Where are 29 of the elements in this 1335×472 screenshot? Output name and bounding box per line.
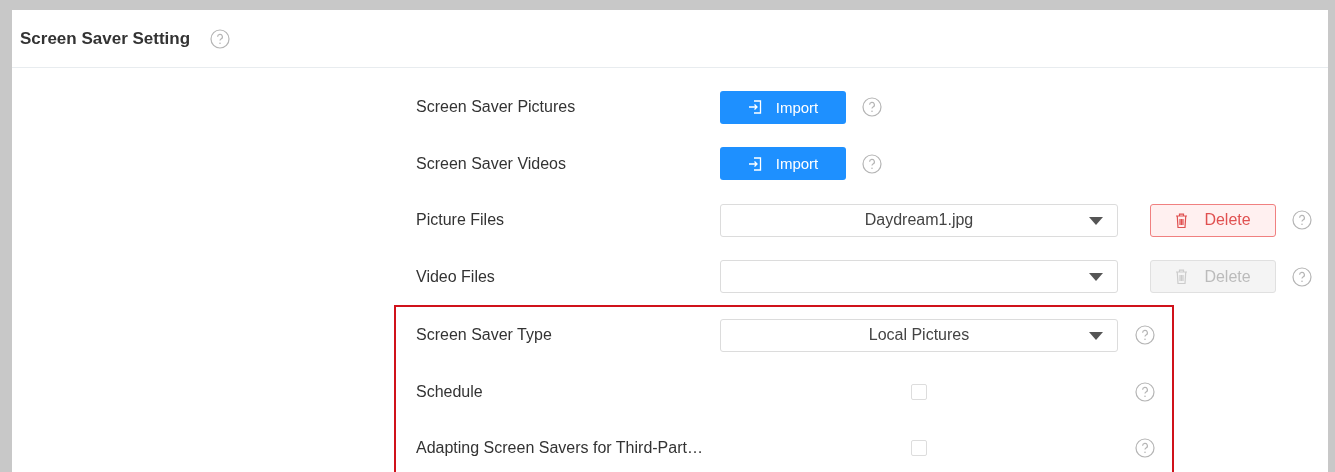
field-label: Screen Saver Videos <box>416 154 567 173</box>
help-icon[interactable] <box>862 97 882 118</box>
delete-button[interactable]: Delete <box>1150 203 1276 237</box>
help-icon[interactable] <box>1135 325 1155 346</box>
help-icon[interactable] <box>1292 210 1312 231</box>
import-button[interactable]: Import <box>720 90 846 124</box>
import-icon <box>747 156 762 171</box>
caret-icon <box>1089 273 1103 282</box>
dropdown-field[interactable]: Daydream1.jpg <box>720 203 1118 237</box>
field-label: Picture Files <box>416 211 506 230</box>
field-label: Screen Saver Pictures <box>416 98 577 117</box>
trash-icon <box>1175 269 1189 285</box>
import-button[interactable]: Import <box>720 147 846 181</box>
dropdown-field[interactable]: Local Pictures <box>720 318 1118 352</box>
caret-icon <box>1089 216 1103 225</box>
checkbox[interactable] <box>911 383 927 400</box>
import-icon <box>747 100 762 115</box>
field-label: Schedule <box>416 382 484 401</box>
trash-icon <box>1175 212 1189 228</box>
checkbox[interactable] <box>911 440 927 457</box>
help-icon[interactable] <box>862 153 882 174</box>
help-icon[interactable] <box>1135 381 1155 402</box>
section-title: Screen Saver Setting <box>20 28 191 49</box>
field-label: Adapting Screen Savers for Third-Part… <box>416 439 704 458</box>
field-label: Screen Saver Type <box>416 326 553 345</box>
caret-icon <box>1089 331 1103 340</box>
help-icon[interactable] <box>210 28 231 49</box>
field-label: Video Files <box>416 267 496 286</box>
help-icon[interactable] <box>1135 438 1155 459</box>
